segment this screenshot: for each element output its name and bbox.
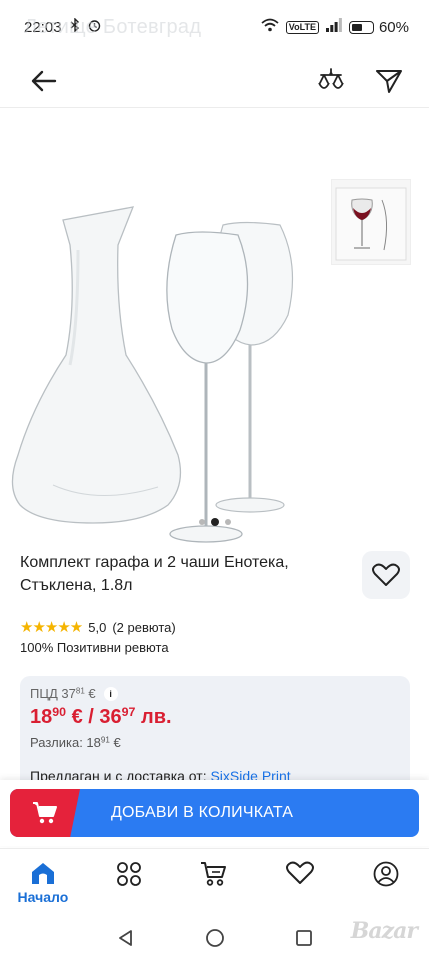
compare-button[interactable] [315, 65, 347, 97]
rating-value: 5,0 [88, 619, 107, 635]
seller-prefix: Предлаган и с доставка от: [30, 767, 211, 780]
system-home-icon[interactable] [205, 928, 225, 948]
gallery-dots [0, 518, 429, 526]
scales-icon [318, 67, 344, 89]
diff-currency: € [109, 734, 121, 750]
product-gallery[interactable] [0, 109, 429, 543]
nav-profile[interactable] [343, 849, 429, 916]
diff-label: Разлика: 18 [30, 734, 101, 750]
price-bgn-currency: лв. [135, 705, 172, 728]
price-card: ПЦД 3781 € i 1890 € / 3697 лв. Разлика: … [20, 676, 410, 780]
system-back-icon[interactable] [117, 929, 135, 947]
add-to-cart-label: ДОБАВИ В КОЛИЧКАТА [111, 804, 294, 821]
share-button[interactable] [373, 65, 405, 97]
seller-row: Предлаган и с доставка от: SixSide Print [30, 768, 400, 780]
review-count: (2 ревюта) [112, 619, 176, 635]
price-difference: Разлика: 1891 € [30, 735, 400, 750]
system-recents-icon[interactable] [295, 929, 313, 947]
status-bar: Летище Ботевград 22:03 VoLTE 60% [0, 0, 429, 54]
battery-percent: 60% [378, 18, 409, 36]
signal-icon [325, 18, 342, 36]
add-to-cart-bar: ДОБАВИ В КОЛИЧКАТА [0, 780, 429, 846]
gift-box-image [335, 187, 407, 261]
nav-cart[interactable] [172, 849, 258, 916]
battery-icon [348, 20, 374, 34]
ghost-title: Летище Ботевград [24, 16, 202, 38]
wifi-icon [261, 18, 279, 36]
home-icon [31, 863, 54, 884]
price-eur-sep: € / [66, 705, 100, 728]
rrp-currency: € [88, 686, 96, 701]
favorite-button[interactable] [362, 551, 410, 599]
share-send-icon [376, 69, 402, 93]
nav-home[interactable]: Начало [0, 849, 86, 916]
rrp-label: ПЦД 37 [30, 686, 76, 701]
rrp-price: ПЦД 3781 € [30, 686, 96, 701]
back-arrow-icon [31, 70, 57, 91]
diff-cents: 91 [100, 735, 110, 745]
app-header [0, 54, 429, 108]
heart-outline-icon [286, 861, 315, 884]
add-to-cart-button[interactable]: ДОБАВИ В КОЛИЧКАТА [10, 789, 419, 837]
nav-home-label: Начало [17, 889, 69, 905]
back-button[interactable] [28, 65, 60, 97]
price-bgn-cents: 97 [121, 705, 136, 719]
status-left: Летище Ботевград 22:03 [24, 16, 201, 38]
gallery-dot[interactable] [198, 519, 205, 525]
price-bgn: 36 [99, 705, 122, 728]
profile-icon [373, 861, 399, 887]
current-price: 1890 € / 3697 лв. [30, 705, 400, 729]
cart-icon-wrap [10, 789, 80, 837]
rating-stars: ★★★★★ [20, 619, 83, 636]
price-eur-cents: 90 [52, 705, 67, 719]
nav-categories[interactable] [86, 849, 172, 916]
info-icon[interactable]: i [103, 686, 118, 701]
header-actions [315, 65, 405, 97]
categories-icon [116, 862, 141, 886]
rrp-row: ПЦД 3781 € i [30, 686, 400, 701]
heart-icon [372, 563, 400, 586]
price-eur: 18 [30, 705, 53, 728]
product-main-image [11, 206, 294, 543]
title-row: Комплект гарафа и 2 чаши Енотека, Стъкле… [20, 551, 410, 599]
cart-outline-icon [201, 862, 227, 886]
watermark-logo: Bazar [350, 918, 418, 944]
bottom-nav: Начало [0, 848, 429, 916]
positive-reviews: 100% Позитивни ревюта [20, 640, 169, 655]
seller-link[interactable]: SixSide Print [210, 768, 290, 780]
cart-icon [33, 802, 57, 824]
product-thumbnail[interactable] [331, 179, 411, 265]
nav-favorites[interactable] [257, 849, 343, 916]
gallery-dot[interactable] [210, 518, 219, 526]
volte-badge: VoLTE [285, 20, 319, 34]
status-right: VoLTE 60% [261, 18, 409, 36]
product-title: Комплект гарафа и 2 чаши Енотека, Стъкле… [20, 554, 289, 594]
battery-indicator: 60% [348, 18, 409, 36]
battery-fill [351, 23, 362, 31]
rrp-cents: 81 [75, 686, 85, 696]
gallery-dot[interactable] [224, 519, 231, 525]
rating-row[interactable]: ★★★★★ 5,0 (2 ревюта) [20, 618, 176, 636]
